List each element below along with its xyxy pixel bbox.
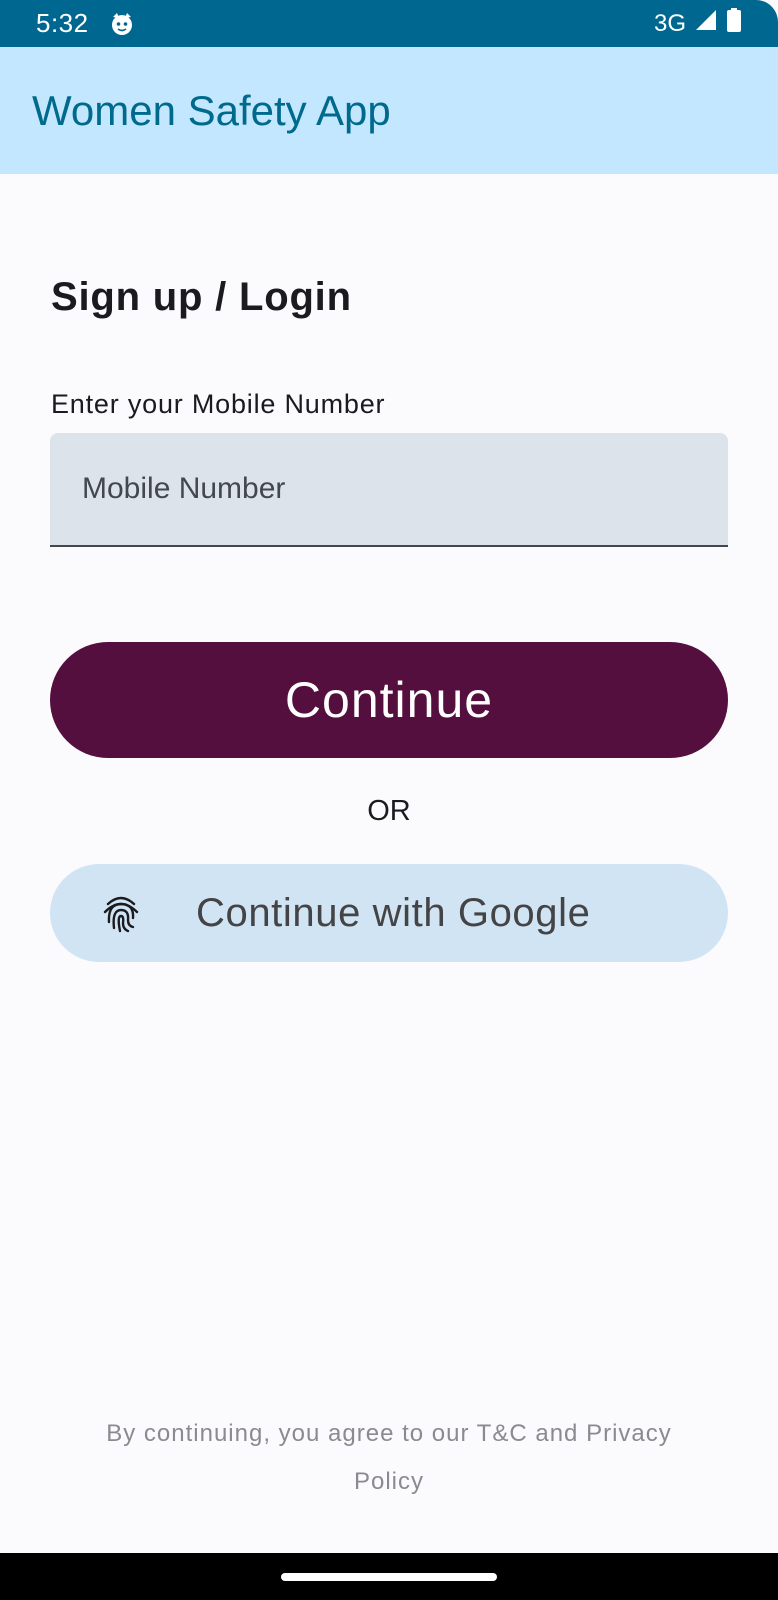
signal-icon [694, 8, 718, 39]
status-bar: 5:32 3G [0, 0, 778, 47]
network-type: 3G [653, 9, 686, 37]
or-divider-text: OR [367, 795, 411, 827]
terms-text: By continuing, you agree to our T&C and … [106, 1420, 672, 1495]
battery-icon [726, 7, 742, 40]
google-button-label: Continue with Google [196, 890, 591, 935]
cat-notification-icon [109, 11, 135, 37]
login-screen: 5:32 3G Women Safety App Sign up / Login… [0, 0, 778, 1600]
status-indicators: 3G [654, 7, 742, 40]
continue-with-google-button[interactable]: Continue with Google [50, 864, 728, 962]
mobile-number-input[interactable] [50, 433, 728, 547]
continue-button[interactable]: Continue [50, 642, 728, 758]
status-time: 5:32 [36, 8, 89, 38]
home-gesture-handle[interactable] [281, 1573, 497, 1581]
fingerprint-icon [100, 892, 142, 934]
mobile-number-label: Enter your Mobile Number [51, 389, 386, 419]
navigation-bar [0, 1553, 778, 1600]
app-title: Women Safety App [32, 86, 391, 134]
app-bar: Women Safety App [0, 47, 778, 174]
page-title: Sign up / Login [51, 275, 352, 319]
